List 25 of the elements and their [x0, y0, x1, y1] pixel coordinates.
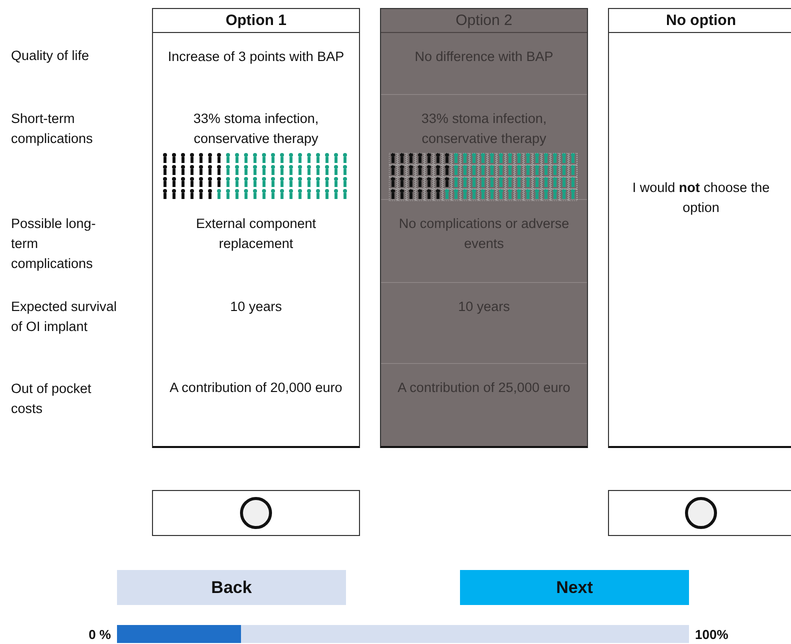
attribute-value: No complications or adverse events [398, 216, 570, 252]
attribute-value: A contribution of 25,000 euro [398, 380, 570, 395]
option-title: No option [666, 12, 736, 29]
attribute-value: External component replacement [196, 216, 316, 252]
attribute-label: Possible long-term complications [11, 216, 96, 271]
attribute-label: Out of pocket costs [11, 381, 92, 416]
option-title: Option 2 [456, 12, 512, 29]
option-title: Option 1 [226, 12, 286, 29]
attribute-value: 10 years [458, 298, 510, 314]
attribute-value: 10 years [230, 298, 282, 314]
attribute-value: A contribution of 20,000 euro [170, 380, 342, 395]
progress-end-label: 100% [694, 626, 730, 642]
attribute-value: Increase of 3 points with BAP [168, 49, 344, 64]
attribute-value: No difference with BAP [414, 49, 554, 64]
attribute-label: Quality of life [11, 48, 90, 63]
attribute-value: 33% stoma infection, conservative therapy [421, 111, 547, 146]
radio-button[interactable] [240, 497, 272, 529]
attribute-value: 33% stoma infection, conservative therapy [193, 111, 319, 146]
back-button[interactable]: Back [117, 570, 346, 605]
next-button[interactable]: Next [460, 570, 689, 605]
progress-start-label: 0 % [88, 626, 112, 642]
attribute-label: Expected survival of OI implant [11, 299, 117, 334]
radio-button[interactable] [685, 497, 717, 529]
attribute-label: Short-term complications [11, 111, 93, 146]
no-option-text: I would not choose the option [631, 178, 771, 217]
